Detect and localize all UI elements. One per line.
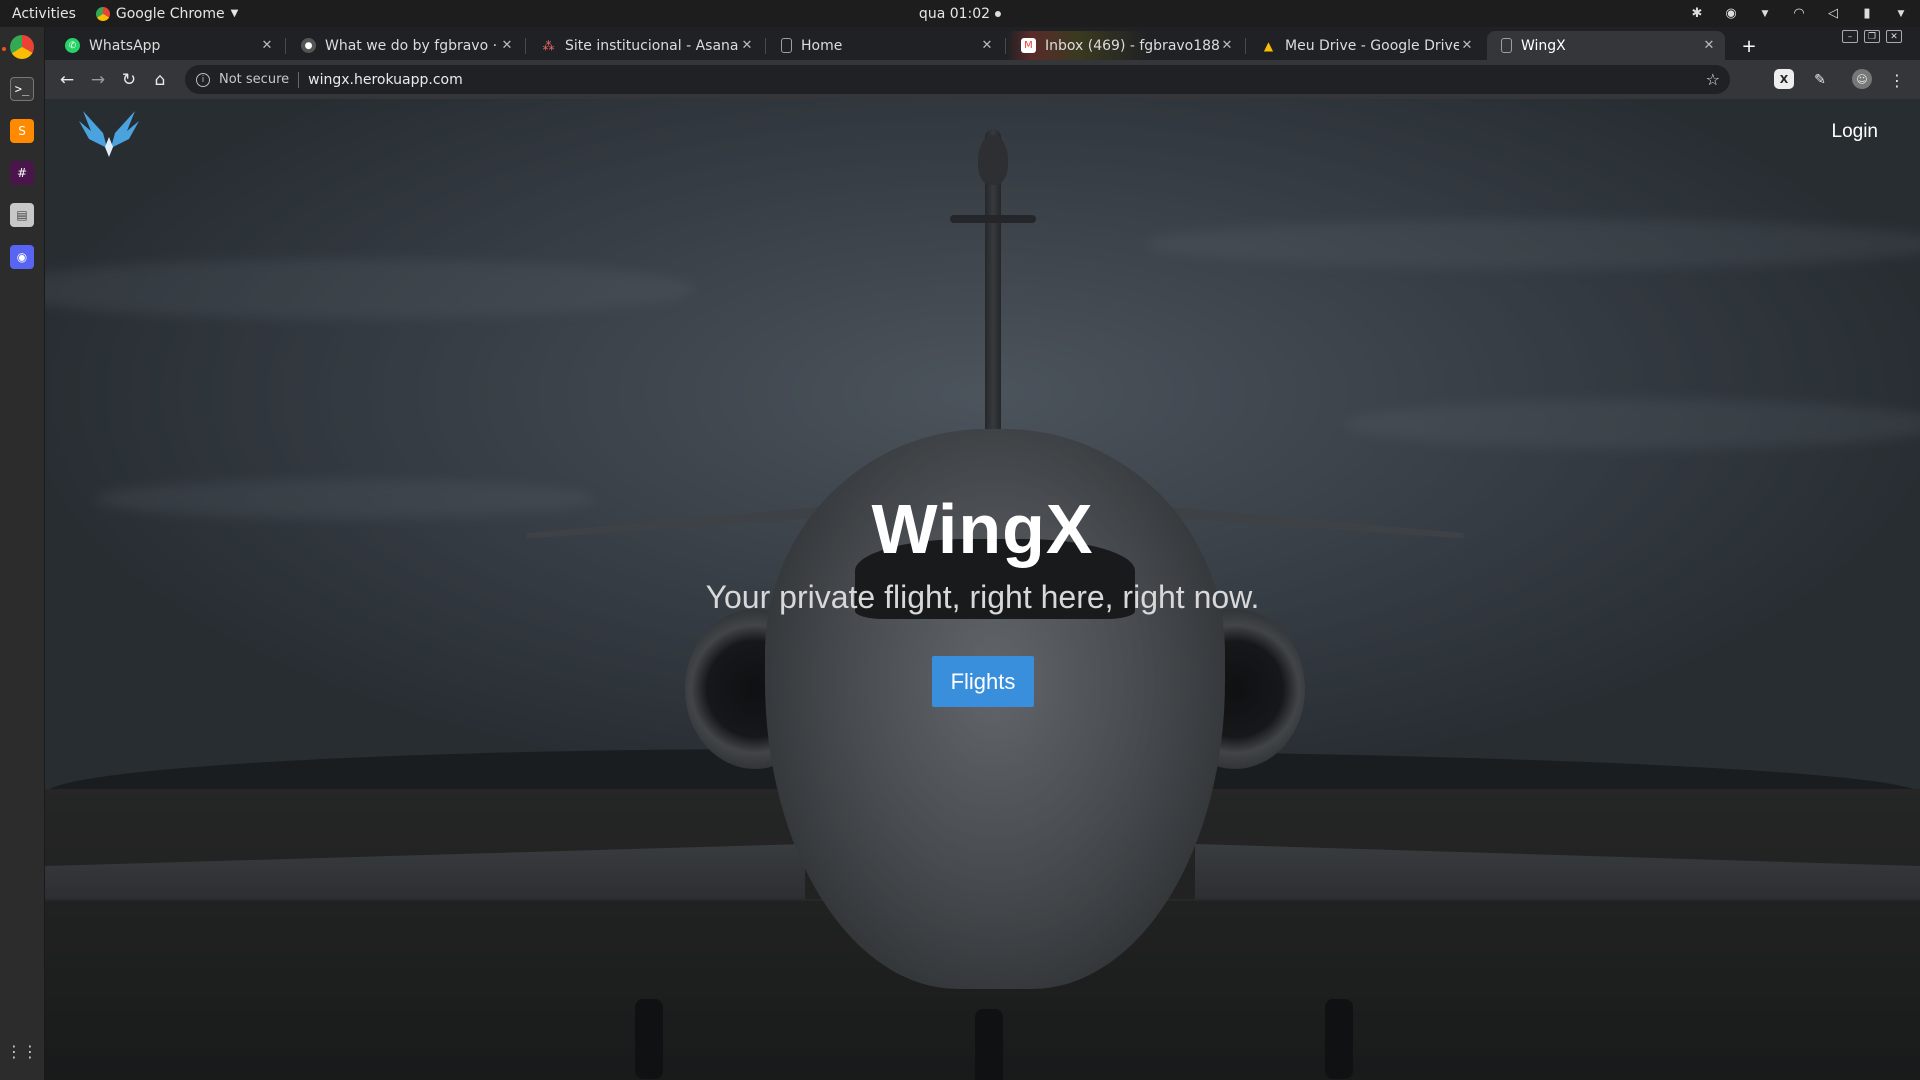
close-icon[interactable]: ✕ — [259, 38, 275, 53]
minimize-icon[interactable]: – — [1842, 30, 1858, 43]
close-icon[interactable]: ✕ — [979, 38, 995, 53]
wifi-icon[interactable]: ◠ — [1790, 5, 1808, 23]
back-icon[interactable]: ← — [55, 68, 79, 92]
page-viewport: Login WingX Your private flight, right h… — [45, 99, 1920, 1080]
dock-sublime-icon[interactable]: S — [10, 119, 34, 143]
close-icon[interactable]: ✕ — [1701, 38, 1717, 53]
extension-pen-icon[interactable]: ✎ — [1809, 69, 1831, 91]
tab-github[interactable]: ● What we do by fgbravo · F ✕ — [287, 31, 523, 60]
system-menu-chevron-icon[interactable]: ▼ — [1892, 5, 1910, 23]
tab-label: WingX — [1521, 37, 1566, 54]
dock-chrome-icon[interactable] — [10, 35, 34, 59]
gmail-icon: M — [1021, 38, 1036, 53]
browser-toolbar: ← → ↻ ⌂ i Not secure wingx.herokuapp.com… — [45, 60, 1920, 99]
tab-separator — [1245, 38, 1246, 54]
app-menu[interactable]: Google Chrome ▼ — [95, 5, 239, 22]
tab-gmail[interactable]: M Inbox (469) - fgbravo188@ ✕ — [1007, 31, 1243, 60]
tab-home[interactable]: Home ✕ — [767, 31, 1003, 60]
tab-strip: ✆ WhatsApp ✕ ● What we do by fgbravo · F… — [45, 27, 1920, 60]
tab-separator — [1005, 38, 1006, 54]
flights-button[interactable]: Flights — [932, 656, 1034, 707]
info-icon[interactable]: i — [196, 72, 210, 87]
login-link[interactable]: Login — [1832, 121, 1879, 143]
system-tray: ✱ ◉ ▼ ◠ ◁ ▮ ▼ — [1688, 0, 1910, 27]
tab-asana[interactable]: ⁂ Site institucional - Asana ✕ — [527, 31, 763, 60]
tab-whatsapp[interactable]: ✆ WhatsApp ✕ — [51, 31, 283, 60]
window-controls: – ❐ ✕ — [1842, 30, 1902, 43]
tab-separator — [285, 38, 286, 54]
dock-files-icon[interactable]: ▤ — [10, 203, 34, 227]
close-icon[interactable]: ✕ — [1219, 38, 1235, 53]
security-label[interactable]: Not secure — [219, 72, 289, 87]
app-menu-label: Google Chrome — [115, 5, 225, 22]
dock-terminal-icon[interactable]: >_ — [10, 77, 34, 101]
home-icon[interactable]: ⌂ — [148, 68, 172, 92]
drive-icon: ▲ — [1263, 38, 1274, 53]
extension-x-icon[interactable]: X — [1774, 69, 1794, 89]
profile-avatar-icon[interactable]: ☺ — [1852, 69, 1872, 89]
system-top-bar: Activities Google Chrome ▼ qua 01:02 ✱ ◉… — [0, 0, 1920, 27]
hero-subtitle: Your private flight, right here, right n… — [705, 579, 1260, 615]
tab-label: WhatsApp — [89, 37, 161, 54]
bookmark-star-icon[interactable]: ☆ — [1706, 70, 1720, 89]
github-icon: ● — [301, 38, 316, 53]
clock-label: qua 01:02 — [918, 5, 991, 22]
tab-label: Site institucional - Asana — [565, 37, 739, 54]
volume-icon[interactable]: ◁ — [1824, 5, 1842, 23]
tab-label: Meu Drive - Google Drive — [1285, 37, 1459, 54]
restore-icon[interactable]: ❐ — [1864, 30, 1880, 43]
close-icon[interactable]: ✕ — [739, 38, 755, 53]
kebab-menu-icon[interactable]: ⋮ — [1886, 69, 1908, 91]
whatsapp-icon: ✆ — [65, 38, 80, 53]
show-applications-icon[interactable]: ⋮⋮ — [6, 1039, 38, 1063]
dock-discord-icon[interactable]: ◉ — [10, 245, 34, 269]
url-text[interactable]: wingx.herokuapp.com — [308, 72, 463, 88]
chevron-down-icon: ▼ — [230, 8, 239, 19]
chrome-icon — [95, 6, 110, 21]
dock: >_ S # ▤ ◉ ⋮⋮ — [0, 27, 45, 1080]
asana-icon: ⁂ — [542, 38, 555, 53]
activities-button[interactable]: Activities — [12, 6, 76, 22]
reload-icon[interactable]: ↻ — [117, 68, 141, 92]
slack-tray-icon[interactable]: ✱ — [1688, 5, 1706, 23]
new-tab-icon[interactable]: + — [1736, 34, 1762, 58]
dock-slack-icon[interactable]: # — [10, 161, 34, 185]
page-icon — [781, 38, 792, 53]
close-icon[interactable]: ✕ — [1459, 38, 1475, 53]
notification-dot-icon — [995, 10, 1002, 17]
forward-icon[interactable]: → — [86, 68, 110, 92]
close-window-icon[interactable]: ✕ — [1886, 30, 1902, 43]
address-divider — [298, 71, 300, 88]
close-icon[interactable]: ✕ — [499, 38, 515, 53]
page-icon — [1501, 38, 1512, 53]
tab-label: Inbox (469) - fgbravo188@ — [1045, 37, 1219, 54]
wingx-logo-icon[interactable] — [75, 107, 143, 159]
hero-title: WingX — [871, 490, 1094, 568]
tab-label: Home — [801, 37, 843, 54]
tab-wingx[interactable]: WingX ✕ — [1487, 31, 1725, 60]
tab-label: What we do by fgbravo · F — [325, 37, 499, 54]
battery-icon[interactable]: ▮ — [1858, 5, 1876, 23]
clock[interactable]: qua 01:02 — [918, 5, 1002, 22]
active-app-indicator — [2, 47, 6, 51]
tray-dropdown-icon[interactable]: ▼ — [1756, 5, 1774, 23]
address-bar[interactable]: i Not secure wingx.herokuapp.com ☆ — [185, 65, 1730, 94]
tab-separator — [525, 38, 526, 54]
discord-tray-icon[interactable]: ◉ — [1722, 5, 1740, 23]
tab-google-drive[interactable]: ▲ Meu Drive - Google Drive ✕ — [1247, 31, 1483, 60]
tab-separator — [765, 38, 766, 54]
